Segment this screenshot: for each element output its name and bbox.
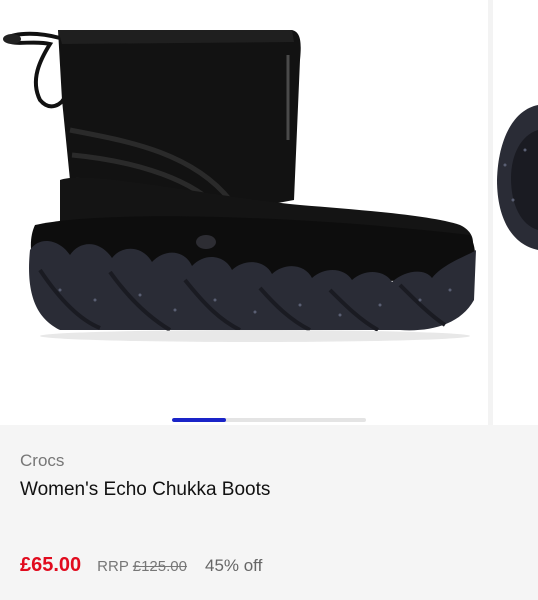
product-image-gallery[interactable] [0, 0, 538, 425]
rrp-label: RRP [97, 558, 129, 575]
product-image-main[interactable] [0, 0, 488, 425]
product-image-next[interactable] [493, 0, 538, 425]
discount-badge: 45% off [204, 556, 263, 575]
product-brand: Crocs [20, 451, 65, 470]
gallery-progress-track [172, 418, 366, 422]
price-row: £65.00 RRP £125.00 45% off [20, 554, 262, 577]
sale-price: £65.00 [20, 554, 82, 576]
rrp: RRP £125.00 [97, 558, 187, 575]
gallery-progress-fill [172, 418, 227, 422]
rrp-price: £125.00 [132, 558, 187, 575]
product-title[interactable]: Women's Echo Chukka Boots [20, 479, 270, 501]
product-info[interactable]: Crocs Women's Echo Chukka Boots £65.00 R… [0, 425, 538, 600]
boot-image [3, 30, 477, 342]
boot-image-partial [497, 105, 538, 250]
